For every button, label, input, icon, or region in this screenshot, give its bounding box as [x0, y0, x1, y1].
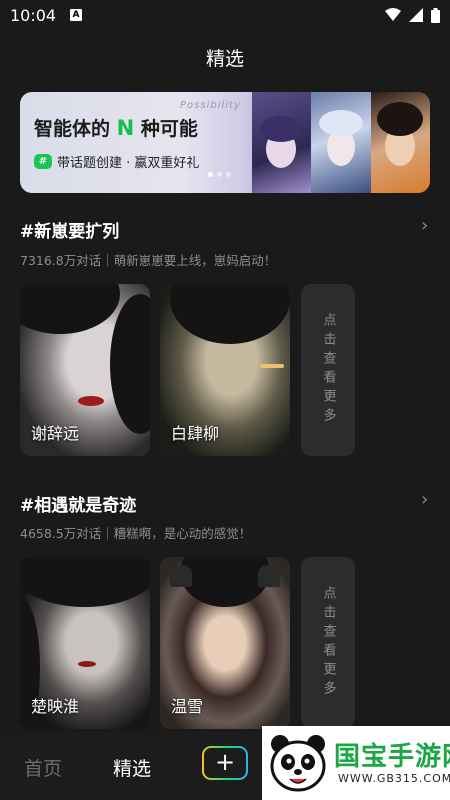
view-more-label: 点击查看更多: [320, 586, 336, 700]
view-more-label: 点击查看更多: [320, 313, 336, 427]
section-title[interactable]: #相遇就是奇迹: [20, 491, 136, 516]
pager-dot: [208, 172, 213, 177]
watermark-logo: 国宝手游网 WWW.GB315.COM: [262, 726, 450, 800]
nav-tab-featured[interactable]: 精选: [113, 754, 151, 781]
character-name: 温雪: [171, 697, 204, 716]
banner-portraits: [252, 92, 430, 193]
banner-portrait: [311, 92, 371, 193]
section-subtitle: 7316.8万对话｜萌新崽崽要上线，崽妈启动！: [20, 253, 277, 268]
pager-dot: [226, 172, 231, 177]
character-name: 楚映淮: [31, 697, 80, 716]
watermark-url: WWW.GB315.COM: [338, 772, 450, 785]
character-card[interactable]: 谢辞远: [20, 284, 150, 456]
pager-dot: [217, 172, 222, 177]
banner-subtitle-row: # 带话题创建 · 赢双重好礼: [34, 152, 199, 171]
create-button[interactable]: +: [202, 746, 248, 780]
battery-icon: [431, 7, 440, 23]
wifi-icon: [385, 8, 401, 21]
banner-headline: 智能体的 N 种可能: [34, 114, 198, 141]
banner-portrait: [252, 92, 312, 193]
chat-bubble-icon: #: [34, 154, 52, 169]
character-name: 谢辞远: [31, 424, 80, 443]
status-time: 10:04: [10, 6, 57, 25]
promo-banner[interactable]: Possibility 智能体的 N 种可能 # 带话题创建 · 赢双重好礼: [20, 92, 430, 193]
status-icons: [385, 7, 440, 23]
banner-headline-post: 种可能: [140, 118, 198, 140]
status-bar: 10:04 A: [0, 0, 450, 30]
character-card[interactable]: 温雪: [160, 557, 290, 729]
chevron-right-icon[interactable]: ›: [421, 489, 428, 510]
signal-icon: [409, 8, 423, 22]
view-more-button[interactable]: 点击查看更多: [301, 284, 355, 456]
banner-deco-text: Possibility: [180, 100, 241, 111]
nav-tab-home[interactable]: 首页: [24, 754, 62, 781]
banner-headline-pre: 智能体的: [34, 118, 111, 140]
panda-logo-icon: [270, 735, 326, 792]
view-more-button[interactable]: 点击查看更多: [301, 557, 355, 729]
chevron-right-icon[interactable]: ›: [421, 215, 428, 236]
section-subtitle: 4658.5万对话｜糟糕啊，是心动的感觉！: [20, 526, 252, 541]
page-title: 精选: [205, 48, 244, 70]
notification-icon: A: [70, 9, 82, 21]
banner-headline-highlight: N: [116, 116, 135, 140]
watermark-brand: 国宝手游网: [334, 742, 450, 772]
character-name: 白肆柳: [171, 424, 220, 443]
section-title[interactable]: #新崽要扩列: [20, 217, 119, 242]
character-card[interactable]: 白肆柳: [160, 284, 290, 456]
banner-subtitle: 带话题创建 · 赢双重好礼: [57, 156, 200, 171]
character-card[interactable]: 楚映淮: [20, 557, 150, 729]
plus-icon: +: [204, 748, 246, 778]
banner-pager-dots: [208, 172, 231, 177]
banner-portrait: [370, 92, 430, 193]
